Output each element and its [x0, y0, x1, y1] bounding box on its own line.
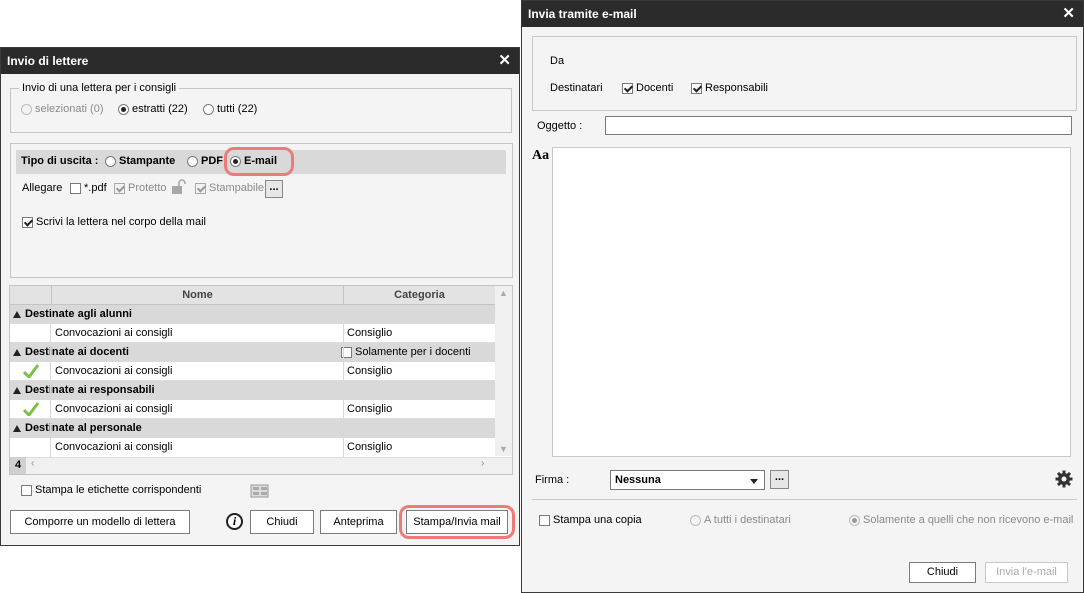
collapse-triangle-icon[interactable]	[13, 424, 21, 432]
info-icon[interactable]: i	[226, 513, 243, 530]
close-icon[interactable]: ✕	[1062, 1, 1075, 27]
send-email-button[interactable]: Invia l'e-mail	[985, 562, 1068, 583]
email-dialog: Invia tramite e-mail ✕ Da Destinatari Do…	[521, 0, 1084, 593]
table-row[interactable]: Convocazioni ai consigli Consiglio	[10, 400, 495, 419]
scroll-right-icon[interactable]: ›	[481, 458, 484, 469]
print-copy-checkbox[interactable]: Stampa una copia	[539, 514, 642, 526]
signature-label: Firma :	[535, 474, 570, 486]
message-body-editor[interactable]	[552, 147, 1071, 457]
font-format-icon[interactable]: Aa	[532, 148, 549, 164]
divider	[532, 499, 1077, 500]
gear-icon[interactable]	[1055, 470, 1073, 488]
subject-label: Oggetto :	[537, 120, 583, 132]
header-panel	[532, 36, 1077, 111]
recipients-group-title: Invio di una lettera per i consigli	[19, 82, 180, 94]
compose-template-button[interactable]: Comporre un modello di lettera	[10, 510, 190, 534]
body-checkbox[interactable]: Scrivi la lettera nel corpo della mail	[22, 216, 206, 228]
attachment-options-button[interactable]: ...	[265, 180, 283, 198]
labels-checkbox[interactable]: Stampa le etichette corrispondenti	[21, 484, 201, 496]
preview-button[interactable]: Anteprima	[320, 510, 397, 534]
email-dialog-titlebar: Invia tramite e-mail ✕	[522, 1, 1083, 27]
email-highlight	[224, 147, 294, 176]
scroll-left-icon[interactable]: ‹	[31, 458, 34, 469]
grid-footer	[10, 457, 512, 474]
close-button[interactable]: Chiudi	[250, 510, 314, 534]
close-icon[interactable]: ✕	[498, 48, 511, 74]
pdf-checkbox[interactable]: *.pdf	[70, 182, 107, 194]
col-header-nome[interactable]: Nome	[51, 286, 343, 305]
allegare-label: Allegare	[22, 182, 63, 194]
stampabile-checkbox[interactable]: Stampabile	[195, 182, 264, 194]
responsabili-checkbox[interactable]: Responsabili	[691, 82, 768, 94]
radio-estratti[interactable]: estratti (22)	[118, 103, 188, 115]
docenti-checkbox[interactable]: Docenti	[622, 82, 673, 94]
radio-all-recipients[interactable]: A tutti i destinatari	[690, 514, 791, 526]
radio-tutti[interactable]: tutti (22)	[203, 103, 257, 115]
collapse-triangle-icon[interactable]	[13, 310, 21, 318]
recipients-label: Destinatari	[550, 82, 603, 94]
signature-select[interactable]: Nessuna	[610, 470, 765, 490]
grid-col-divider	[343, 324, 344, 457]
letters-dialog-title: Invio di lettere	[7, 54, 89, 68]
print-send-highlight	[399, 505, 515, 539]
checkmark-icon	[23, 402, 39, 416]
grid-vscrollbar[interactable]: ▲ ▼	[495, 286, 512, 456]
group-row-docenti[interactable]: Destinate ai docenti Solamente per i doc…	[10, 343, 495, 377]
group-row-responsabili[interactable]: Destinate ai responsabili	[10, 381, 495, 400]
row-count: 4	[10, 457, 26, 474]
group-row-personale[interactable]: Destinate al personale	[10, 419, 495, 438]
group-row-alunni[interactable]: Destinate agli alunni	[10, 305, 495, 324]
radio-only-non-email[interactable]: Solamente a quelli che non ricevono e-ma…	[849, 514, 1073, 526]
letters-dialog-titlebar: Invio di lettere ✕	[1, 48, 519, 74]
col-header-categoria[interactable]: Categoria	[343, 286, 495, 305]
radio-selezionati[interactable]: selezionati (0)	[21, 103, 103, 115]
labels-icon[interactable]	[250, 483, 270, 499]
subject-input[interactable]	[605, 116, 1072, 135]
collapse-triangle-icon[interactable]	[13, 348, 21, 356]
radio-stampante[interactable]: Stampante	[105, 155, 175, 167]
signature-options-button[interactable]: ...	[770, 470, 789, 489]
from-label: Da	[550, 55, 565, 67]
output-type-label: Tipo di uscita :	[21, 155, 99, 167]
table-row[interactable]: Convocazioni ai consigli Consiglio	[10, 438, 495, 457]
table-row[interactable]: Convocazioni ai consigli Consiglio	[10, 362, 495, 381]
letters-dialog: Invio di lettere ✕ Invio di una lettera …	[0, 47, 520, 546]
grid-col-divider	[50, 324, 51, 457]
protetto-checkbox[interactable]: Protetto	[114, 182, 167, 194]
email-dialog-title: Invia tramite e-mail	[528, 7, 637, 21]
collapse-triangle-icon[interactable]	[13, 386, 21, 394]
chevron-down-icon	[750, 479, 758, 484]
table-row[interactable]: Convocazioni ai consigli Consiglio	[10, 324, 495, 343]
padlock-icon	[172, 179, 186, 194]
radio-pdf[interactable]: PDF	[187, 155, 223, 167]
checkmark-icon	[23, 364, 39, 378]
close-button[interactable]: Chiudi	[909, 562, 976, 583]
